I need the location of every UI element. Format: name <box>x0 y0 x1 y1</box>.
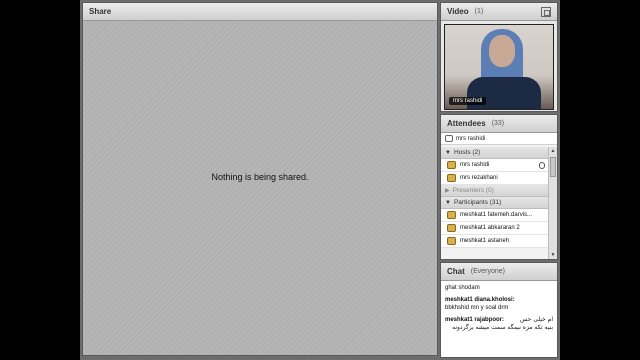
video-person-body <box>467 77 541 109</box>
attendees-pod-header: Attendees (33) <box>441 115 557 133</box>
attendees-pod-title: Attendees <box>447 119 486 128</box>
host-row[interactable]: mrs rezakhani <box>441 172 549 185</box>
participant-row[interactable]: meshkat1 abkararan 2 <box>441 222 549 235</box>
chat-message-text: ام خیلی حس <box>519 316 553 323</box>
chat-message-text: ghat shodam <box>445 285 480 291</box>
expand-triangle-icon: ▼ <box>445 199 451 206</box>
hosts-group-label: Hosts (2) <box>453 149 481 156</box>
video-count: (1) <box>474 8 484 15</box>
participant-name: meshkat1 astaneh <box>460 238 510 244</box>
host-row[interactable]: mrs rashidi <box>441 159 549 172</box>
chat-messages: ghat shodam meshkat1 diana.kholosi: bbkh… <box>441 281 557 339</box>
chat-message: meshkat1 diana.kholosi: bbkhshid mn y so… <box>445 296 553 312</box>
active-speaker-name: mrs rashidi <box>456 135 486 142</box>
expand-triangle-icon: ▼ <box>445 149 451 156</box>
presenters-group-label: Presenters (0) <box>452 187 494 194</box>
chat-scope[interactable]: (Everyone) <box>471 268 505 275</box>
presenters-group-header[interactable]: ▶ Presenters (0) <box>441 185 549 197</box>
scroll-up-arrow-icon[interactable]: ▲ <box>549 147 557 155</box>
attendees-count: (33) <box>491 120 505 127</box>
chat-message: ghat shodam <box>445 284 553 292</box>
video-feed[interactable]: mrs rashidi <box>444 24 554 110</box>
participant-row[interactable]: meshkat1 astaneh <box>441 235 549 248</box>
video-pod: Video (1) mrs rashidi <box>440 2 558 112</box>
host-user-icon <box>447 174 456 182</box>
video-pod-header: Video (1) <box>441 3 557 21</box>
share-empty-message: Nothing is being shared. <box>211 172 309 182</box>
chat-sender: meshkat1 diana.kholosi: <box>445 297 515 303</box>
active-speaker-row[interactable]: mrs rashidi <box>441 133 557 145</box>
chat-pod-title: Chat <box>447 267 465 276</box>
participant-user-icon <box>447 211 456 219</box>
share-pod: Share Nothing is being shared. <box>82 2 438 356</box>
participants-group-label: Participants (31) <box>453 199 502 206</box>
share-pod-title: Share <box>89 7 112 16</box>
video-presenter-label: mrs rashidi <box>449 97 487 105</box>
attendee-scrollbar[interactable]: ▲ ▼ <box>548 147 557 259</box>
chat-pod-header: Chat (Everyone) <box>441 263 557 281</box>
app-window: Share Nothing is being shared. Video (1)… <box>80 0 560 360</box>
participants-group-header[interactable]: ▼ Participants (31) <box>441 197 549 209</box>
host-user-icon <box>447 161 456 169</box>
host-name: mrs rashidi <box>460 162 490 168</box>
collapse-triangle-icon: ▶ <box>445 188 450 194</box>
host-name: mrs rezakhani <box>460 175 498 181</box>
chat-pod: Chat (Everyone) ghat shodam meshkat1 dia… <box>440 262 558 358</box>
scroll-thumb[interactable] <box>550 157 556 177</box>
attendee-list: ▼ Hosts (2) mrs rashidi mrs rezakhani ▶ … <box>441 147 549 259</box>
participant-name: meshkat1 abkararan 2 <box>460 225 520 231</box>
chat-message-text: bbkhshid mn y soal drm <box>445 305 509 311</box>
hosts-group-header[interactable]: ▼ Hosts (2) <box>441 147 549 159</box>
video-pod-title: Video <box>447 7 469 16</box>
attendees-pod: Attendees (33) mrs rashidi ▼ Hosts (2) m… <box>440 114 558 260</box>
chat-message-text-continued: بنیه تکه مزه نیمگه سمت میشه برگردونه <box>452 324 553 331</box>
video-person-face <box>489 35 515 67</box>
phone-icon <box>445 135 453 142</box>
participant-user-icon <box>447 237 456 245</box>
share-pod-header: Share <box>83 3 437 21</box>
participant-name: meshkat1 fatemeh.darvis... <box>460 212 533 218</box>
fullscreen-icon[interactable] <box>541 6 551 17</box>
participant-user-icon <box>447 224 456 232</box>
microphone-icon <box>539 161 545 169</box>
participant-row[interactable]: meshkat1 fatemeh.darvis... <box>441 209 549 222</box>
chat-message: meshkat1 rajabpoor: ام خیلی حس بنیه تکه … <box>445 316 553 332</box>
share-area: Nothing is being shared. <box>83 22 437 355</box>
chat-sender: meshkat1 rajabpoor: <box>445 317 505 323</box>
scroll-down-arrow-icon[interactable]: ▼ <box>549 251 557 259</box>
